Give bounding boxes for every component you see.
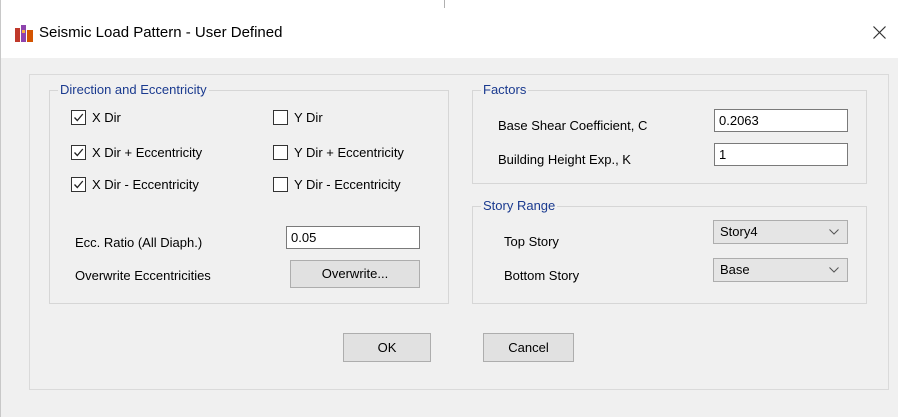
chevron-down-icon (829, 267, 839, 273)
bottom-story-label: Bottom Story (504, 268, 580, 283)
app-icon (15, 25, 33, 42)
close-button[interactable] (859, 16, 898, 50)
height-exp-label: Building Height Exp., K (498, 152, 631, 167)
ecc-ratio-input[interactable]: 0.05 (286, 226, 420, 249)
ecc-ratio-label: Ecc. Ratio (All Diaph.) (75, 235, 203, 250)
base-shear-input[interactable]: 0.2063 (714, 109, 848, 132)
group-title-factors: Factors (481, 82, 529, 98)
checkbox-y-dir-minus-ecc[interactable]: Y Dir - Eccentricity (273, 177, 401, 192)
bottom-story-select[interactable]: Base (713, 258, 848, 282)
checkbox-label: X Dir + Eccentricity (92, 145, 203, 160)
cancel-button[interactable]: Cancel (483, 333, 574, 362)
top-story-value: Story4 (720, 224, 758, 239)
checkmark-icon (74, 113, 84, 122)
checkbox-label: X Dir - Eccentricity (92, 177, 199, 192)
chevron-down-icon (829, 229, 839, 235)
height-exp-input[interactable]: 1 (714, 143, 848, 166)
factors-group: Factors (472, 82, 867, 184)
checkbox-x-dir[interactable]: X Dir (71, 110, 121, 125)
checkbox-x-dir-plus-ecc[interactable]: X Dir + Eccentricity (71, 145, 202, 160)
base-shear-label: Base Shear Coefficient, C (498, 118, 648, 133)
ok-button[interactable]: OK (343, 333, 431, 362)
checkmark-icon (74, 180, 84, 189)
overwrite-button[interactable]: Overwrite... (290, 260, 420, 288)
checkbox-label: Y Dir - Eccentricity (294, 177, 401, 192)
checkbox-x-dir-minus-ecc[interactable]: X Dir - Eccentricity (71, 177, 199, 192)
checkbox-label: X Dir (92, 110, 121, 125)
close-icon (873, 26, 886, 39)
checkbox-box[interactable] (273, 110, 288, 125)
dialog-window: Seismic Load Pattern - User Defined Dire… (0, 0, 898, 417)
bottom-story-value: Base (720, 262, 750, 277)
window-title: Seismic Load Pattern - User Defined (39, 24, 283, 41)
checkmark-icon (74, 148, 84, 157)
checkbox-box[interactable] (273, 177, 288, 192)
checkbox-box[interactable] (71, 110, 86, 125)
group-title-story-range: Story Range (481, 198, 558, 214)
checkbox-label: Y Dir + Eccentricity (294, 145, 404, 160)
checkbox-box[interactable] (71, 145, 86, 160)
overwrite-eccentricities-label: Overwrite Eccentricities (75, 268, 211, 283)
checkbox-box[interactable] (273, 145, 288, 160)
divider (444, 0, 445, 8)
title-bar[interactable]: Seismic Load Pattern - User Defined (1, 0, 898, 58)
top-story-label: Top Story (504, 234, 559, 249)
top-story-select[interactable]: Story4 (713, 220, 848, 244)
checkbox-y-dir-plus-ecc[interactable]: Y Dir + Eccentricity (273, 145, 404, 160)
group-title-direction: Direction and Eccentricity (58, 82, 209, 98)
checkbox-label: Y Dir (294, 110, 323, 125)
checkbox-y-dir[interactable]: Y Dir (273, 110, 323, 125)
checkbox-box[interactable] (71, 177, 86, 192)
